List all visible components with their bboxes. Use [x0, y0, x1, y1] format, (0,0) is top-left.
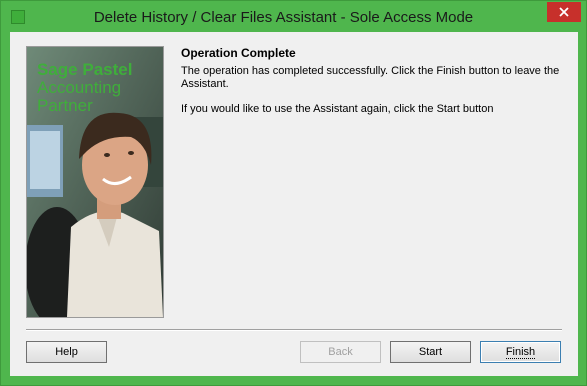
button-separator — [26, 329, 562, 331]
close-icon — [559, 7, 569, 17]
sidebar-image: Sage Pastel Accounting Partner — [26, 46, 164, 318]
help-button[interactable]: Help — [26, 341, 107, 363]
brand-line-2: Accounting — [37, 78, 121, 97]
completion-message: The operation has completed successfully… — [181, 65, 560, 90]
finish-button[interactable]: Finish — [480, 341, 561, 363]
brand-line-1: Sage Pastel — [37, 60, 132, 79]
dialog-body: Sage Pastel Accounting Partner Operation… — [10, 32, 578, 376]
back-button[interactable]: Back — [300, 341, 381, 363]
page-heading: Operation Complete — [181, 46, 296, 60]
partner-photo: Sage Pastel Accounting Partner — [27, 47, 163, 317]
start-button[interactable]: Start — [390, 341, 471, 363]
close-button[interactable] — [547, 2, 581, 22]
restart-hint: If you would like to use the Assistant a… — [181, 103, 494, 115]
assistant-window: Delete History / Clear Files Assistant -… — [0, 0, 587, 386]
title-bar[interactable]: Delete History / Clear Files Assistant -… — [1, 1, 586, 31]
brand-line-3: Partner — [37, 96, 93, 115]
app-icon[interactable] — [11, 10, 25, 24]
window-title: Delete History / Clear Files Assistant -… — [93, 9, 474, 26]
finish-button-label: Finish — [505, 345, 536, 359]
